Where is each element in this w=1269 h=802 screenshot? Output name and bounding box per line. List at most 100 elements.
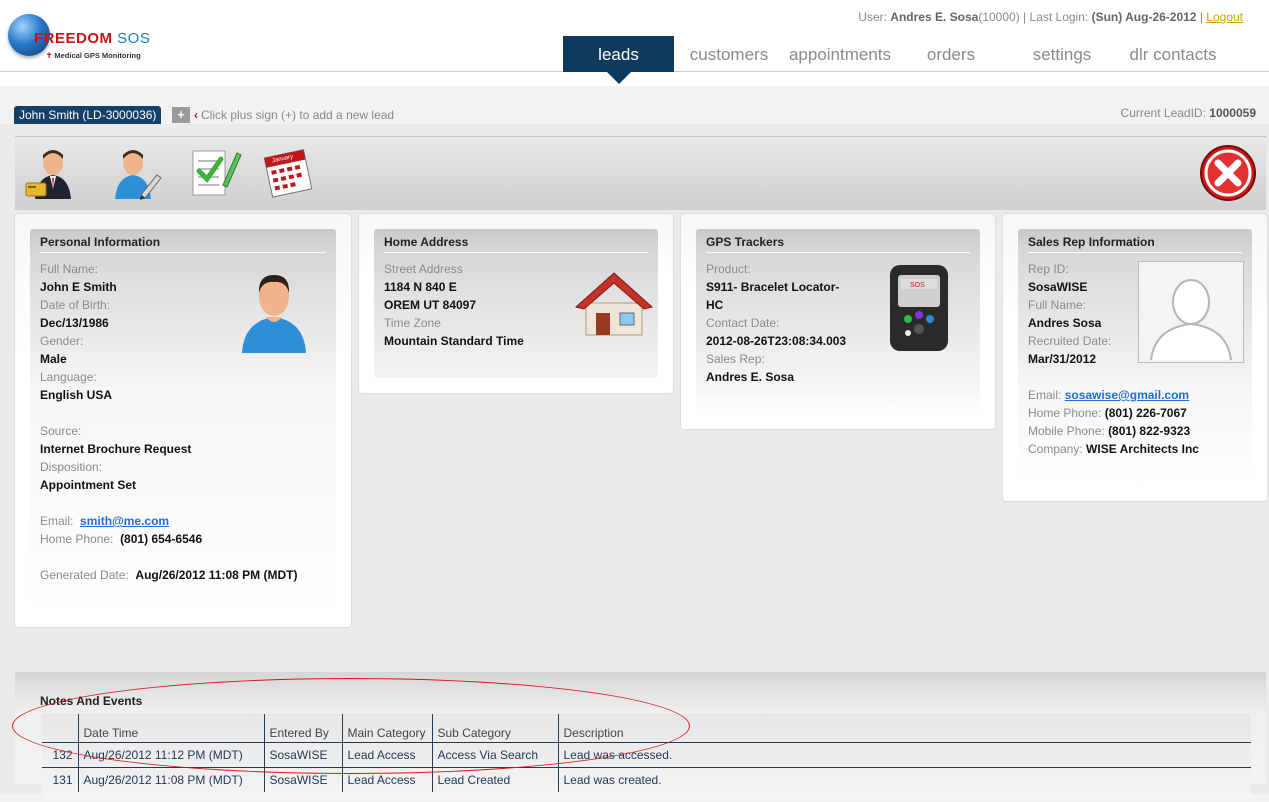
checklist-icon[interactable] [187,145,243,201]
panel-title: Home Address [384,235,648,253]
language-value: English USA [40,388,113,402]
source-label: Source: [40,424,82,438]
rep-mobile-phone-row: Mobile Phone: (801) 822-9323 [1028,424,1191,438]
cell-entered-by: SosaWISE [264,741,343,767]
street-label: Street Address [384,262,463,276]
lead-content: January Personal Information Full Name: … [0,124,1269,798]
street-value: 1184 N 840 E [384,280,457,294]
col-entered-by[interactable]: Entered By [264,714,343,742]
product-value-cont: HC [706,298,724,312]
tab-settings[interactable]: settings [1006,36,1118,72]
full-name-value: John E Smith [40,280,117,294]
table-row[interactable]: 132 Aug/26/2012 11:12 PM (MDT) SosaWISE … [42,741,1251,767]
gender-value: Male [40,352,67,366]
panel-title: Sales Rep Information [1028,235,1242,253]
rep-id-label: Rep ID: [1028,262,1069,276]
notes-grid: Date Time Entered By Main Category Sub C… [42,714,1251,798]
home-phone-row: Home Phone: (801) 654-6546 [40,532,203,546]
cell-entered-by: SosaWISE [264,766,343,792]
disposition-label: Disposition: [40,460,103,474]
cell-date-time: Aug/26/2012 11:12 PM (MDT) [78,741,265,767]
add-lead-hint: ‹ Click plus sign (+) to add a new lead [194,108,395,122]
personal-info-panel: Personal Information Full Name: John E S… [15,214,351,627]
rep-email-link[interactable]: sosawise@gmail.com [1065,388,1189,402]
notes-table: Date Time Entered By Main Category Sub C… [42,714,1251,792]
disposition-value: Appointment Set [40,478,136,492]
product-label: Product: [706,262,751,276]
sales-rep-label: Sales Rep: [706,352,765,366]
hint-arrow-icon: ‹ [194,108,198,122]
city-value: OREM UT 84097 [384,298,477,312]
rep-full-name-value: Andres Sosa [1028,316,1102,330]
recruited-date-value: Mar/31/2012 [1028,352,1097,366]
lead-toolbar: January [15,136,1266,210]
house-icon [572,267,656,346]
dob-value: Dec/13/1986 [40,316,109,330]
panel-title: GPS Trackers [706,235,970,253]
current-lead-id: Current LeadID: 1000059 [1120,106,1256,120]
sales-rep-panel: Sales Rep Information Rep ID: SosaWISE F… [1003,214,1267,501]
full-name-label: Full Name: [40,262,99,276]
cell-description: Lead was accessed. [558,741,1251,767]
gps-bracelet-device-icon: SOS [886,263,952,356]
cell-date-time: Aug/26/2012 11:08 PM (MDT) [78,766,265,792]
tab-customers[interactable]: customers [674,36,784,72]
panel-title: Personal Information [40,235,326,253]
app-header: FREEDOM SOS ✝ Medical GPS Monitoring Use… [0,0,1269,84]
col-id[interactable] [42,714,79,742]
logout-link[interactable]: Logout [1206,10,1243,24]
logo-brand: FREEDOM SOS [34,30,151,47]
table-row[interactable]: 131 Aug/26/2012 11:08 PM (MDT) SosaWISE … [42,766,1251,792]
rep-company-row: Company: WISE Architects Inc [1028,442,1199,456]
tab-appointments[interactable]: appointments [784,36,896,72]
tab-orders[interactable]: orders [896,36,1006,72]
tab-leads[interactable]: leads [563,36,674,84]
add-lead-button[interactable]: + [172,107,190,123]
lead-card-icon[interactable] [23,145,79,201]
product-value: S911- Bracelet Locator- [706,280,840,294]
contact-date-label: Contact Date: [706,316,780,330]
generated-date-row: Generated Date: Aug/26/2012 11:08 PM (MD… [40,568,298,582]
dob-label: Date of Birth: [40,298,111,312]
rep-full-name-label: Full Name: [1028,298,1087,312]
language-label: Language: [40,370,97,384]
edit-person-icon[interactable] [107,145,163,201]
contact-date-value: 2012-08-26T23:08:34.003 [706,334,847,348]
logo-tagline: ✝ Medical GPS Monitoring [46,51,141,60]
lead-tab-john-smith[interactable]: John Smith (LD-3000036) [14,106,162,124]
rep-photo-placeholder-icon [1138,261,1244,363]
cell-sub-category: Lead Created [432,766,559,792]
source-value: Internet Brochure Request [40,442,192,456]
recruited-date-label: Recruited Date: [1028,334,1112,348]
close-icon[interactable] [1199,144,1257,202]
gps-trackers-panel: GPS Trackers Product: S911- Bracelet Loc… [681,214,995,429]
gender-label: Gender: [40,334,84,348]
page-body: John Smith (LD-3000036) + ‹ Click plus si… [0,86,1269,802]
cell-sub-category: Access Via Search [432,741,559,767]
notes-events-panel: Notes And Events Date Time Entered By Ma… [15,672,1266,798]
calendar-icon[interactable]: January [262,145,318,201]
rep-id-value: SosaWISE [1028,280,1088,294]
col-description[interactable]: Description [558,714,1251,742]
device-brand-label: SOS [910,282,925,289]
freedom-sos-logo[interactable]: FREEDOM SOS ✝ Medical GPS Monitoring [8,14,168,64]
cell-main-category: Lead Access [342,741,433,767]
person-avatar-icon [238,269,310,356]
table-header-row: Date Time Entered By Main Category Sub C… [42,714,1251,742]
cell-id: 132 [42,741,79,767]
col-date-time[interactable]: Date Time [78,714,265,742]
col-sub-category[interactable]: Sub Category [432,714,559,742]
timezone-value: Mountain Standard Time [384,334,524,348]
email-link[interactable]: smith@me.com [80,514,169,528]
panel-title: Notes And Events [40,694,143,708]
tab-dlr-contacts[interactable]: dlr contacts [1118,36,1228,72]
col-main-category[interactable]: Main Category [342,714,433,742]
rep-home-phone-row: Home Phone: (801) 226-7067 [1028,406,1187,420]
cell-description: Lead was created. [558,766,1251,792]
cell-id: 131 [42,766,79,792]
email-row: Email: smith@me.com [40,514,170,528]
user-info: User: Andres E. Sosa(10000) | Last Login… [858,10,1243,24]
rep-email-row: Email: sosawise@gmail.com [1028,388,1190,402]
timezone-label: Time Zone [384,316,441,330]
home-address-panel: Home Address Street Address 1184 N 840 E… [359,214,673,393]
